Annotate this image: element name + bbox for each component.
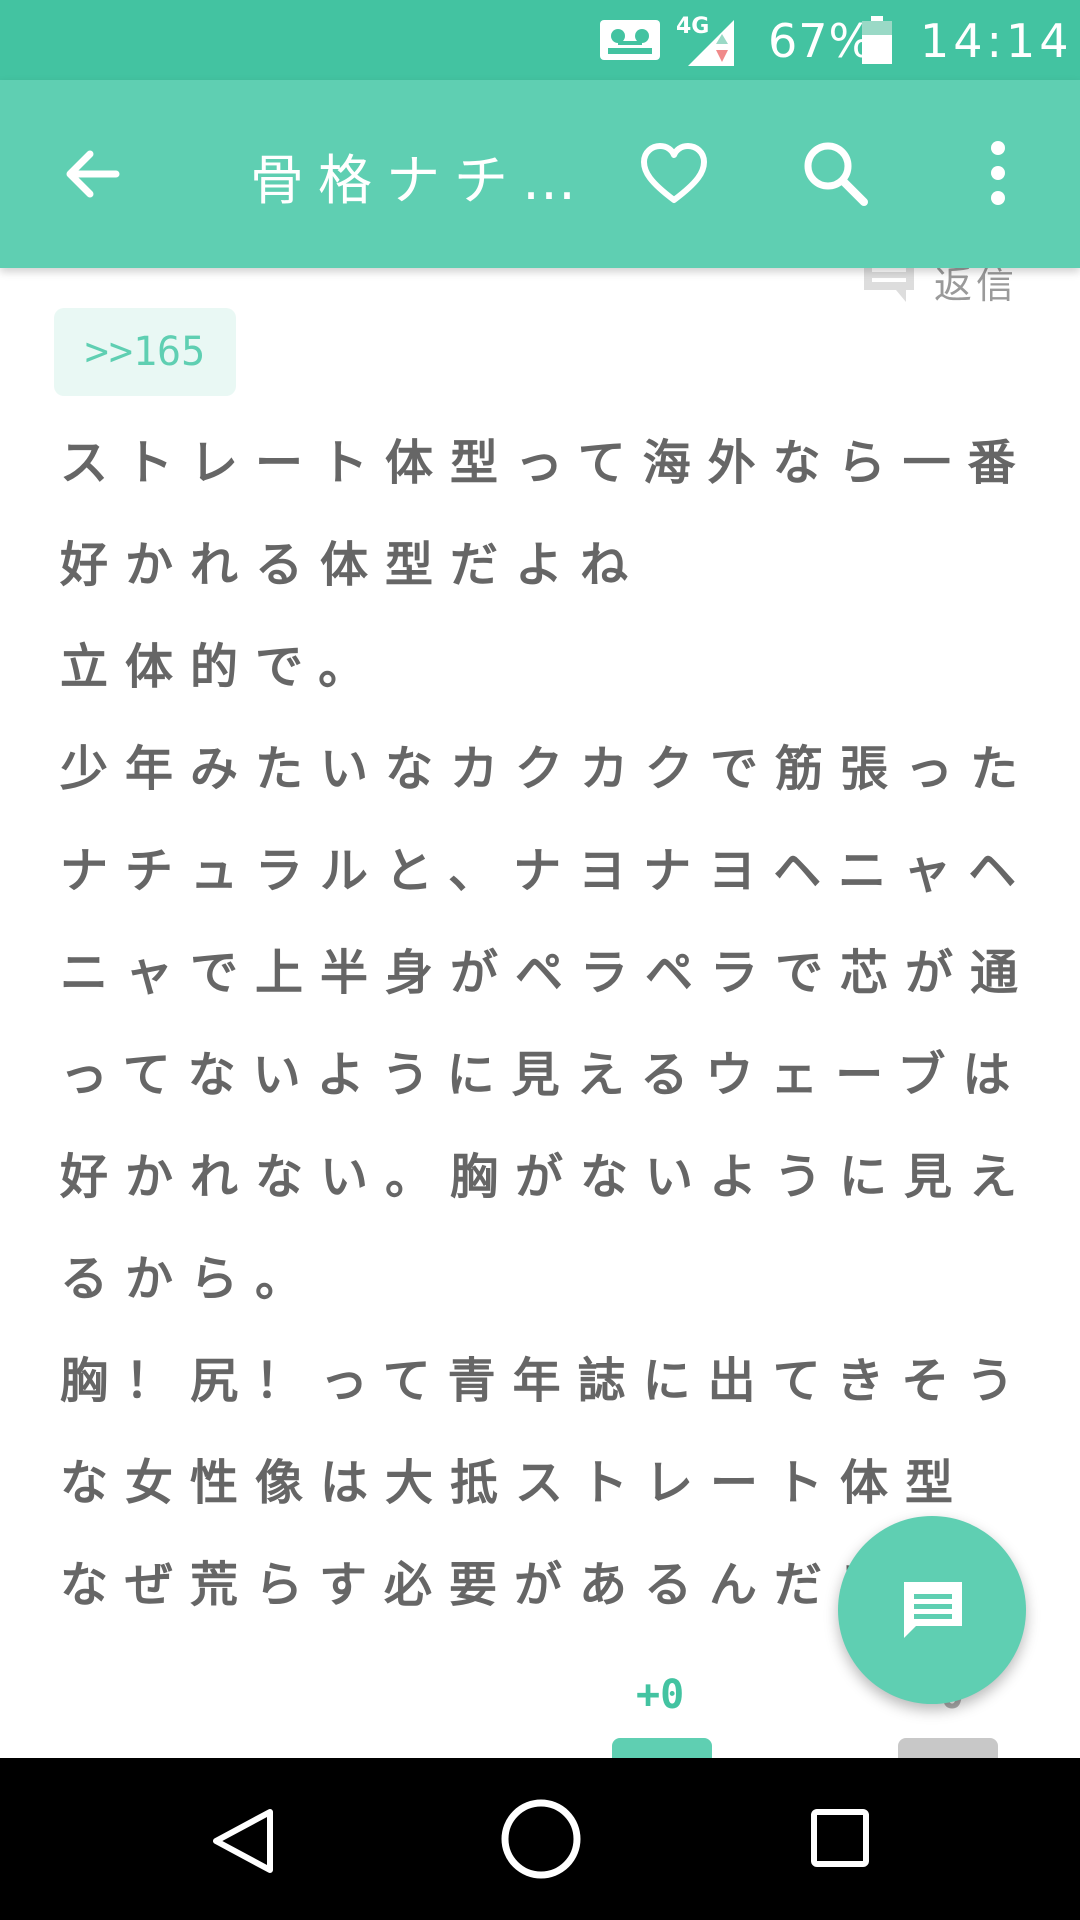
post-line: るから。	[60, 1251, 321, 1307]
post-line: ってないように見えるウェーブは	[60, 1047, 1028, 1103]
post-line: ナチュラルと、ナヨナヨヘニャヘ	[60, 843, 1034, 899]
post-line: ストレート体型って海外なら一番	[60, 435, 1033, 491]
clock: 14:14	[920, 14, 1073, 68]
nav-home-icon[interactable]	[500, 1798, 582, 1880]
page-title: 骨格ナチ…	[250, 149, 580, 212]
app-bar: 骨格ナチ…	[0, 80, 1080, 268]
back-arrow-icon[interactable]	[56, 138, 128, 210]
message-icon	[904, 1582, 962, 1638]
post-line: 好かれる体型だよね	[60, 537, 646, 593]
nav-recent-apps-icon[interactable]	[810, 1808, 870, 1868]
nav-back-icon[interactable]	[210, 1806, 276, 1876]
battery-icon	[862, 16, 892, 64]
post-line: 好かれない。胸がないように見え	[60, 1149, 1035, 1205]
post-line: 立体的で。	[60, 639, 384, 695]
anchor-link[interactable]: >>165	[54, 308, 236, 396]
post-line: ニャで上半身がペラペラで芯が通	[60, 945, 1036, 1001]
post-body: ストレート体型って海外なら一番 好かれる体型だよね 立体的で。 少年みたいなカク…	[60, 412, 1036, 1636]
post-line: 胸！尻！って青年誌に出てきそう	[60, 1353, 1032, 1409]
post-line: 少年みたいなカクカクで筋張った	[60, 741, 1036, 797]
voicemail-icon	[600, 20, 660, 60]
status-bar: 4G 67% 14:14	[0, 0, 1080, 80]
compose-reply-fab[interactable]	[838, 1516, 1026, 1704]
post-line: な女性像は大抵ストレート体型	[60, 1455, 971, 1511]
search-icon[interactable]	[800, 138, 870, 208]
more-vert-icon[interactable]	[980, 138, 1016, 208]
system-nav-bar	[0, 1758, 1080, 1920]
battery-percent: 67%	[768, 14, 874, 68]
signal-icon	[688, 20, 734, 66]
heart-icon[interactable]	[640, 142, 708, 206]
plus-vote-count: +0	[636, 1672, 685, 1718]
